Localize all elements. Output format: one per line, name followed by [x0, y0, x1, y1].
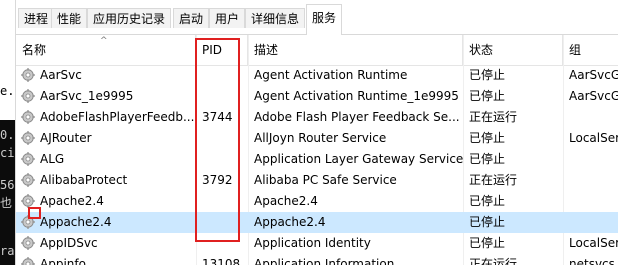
service-status: 已停止 [469, 131, 506, 145]
service-group [563, 191, 618, 212]
column-header: ^ 名称 PID 描述 状态 组 [16, 35, 618, 66]
column-header-pid-label: PID [202, 43, 223, 57]
tab-details[interactable]: 详细信息 [245, 8, 306, 28]
service-description: Adobe Flash Player Feedback Se... [254, 110, 460, 124]
service-status: 已停止 [469, 68, 506, 82]
background-terminal-dark-area: 0. ci 56 也 ra [0, 120, 15, 265]
column-header-name-label: 名称 [22, 43, 47, 57]
service-status: 已停止 [469, 89, 506, 103]
service-group: AarSvcGr [569, 89, 618, 103]
service-pid: 3744 [202, 110, 233, 124]
service-row[interactable]: AJRouter AllJoyn Router Service 已停止 LocalSe… [16, 128, 618, 149]
background-text: ci [0, 146, 15, 160]
service-name: AarSvc [40, 68, 82, 82]
service-status: 正在运行 [469, 257, 518, 265]
column-header-description[interactable]: 描述 [248, 35, 463, 65]
service-status: 正在运行 [469, 173, 518, 187]
service-row[interactable]: AppIDSvc Application Identity 已停止 LocalSer [16, 233, 618, 254]
background-text: ra [0, 244, 15, 258]
service-name: Apache2.4 [40, 194, 104, 208]
service-row[interactable]: Apache2.4 Apache2.4 已停止 [16, 191, 618, 212]
column-header-status[interactable]: 状态 [463, 35, 563, 65]
service-group: netsvcs [569, 257, 615, 265]
service-group [563, 149, 618, 170]
service-description: Application Information [254, 257, 395, 265]
service-pid [196, 128, 244, 149]
tab-processes[interactable]: 进程 [18, 8, 55, 28]
task-manager-window: 进程 性能 应用历史记录 启动 用户 详细信息 服务 ^ 名称 PID 描述 状… [15, 0, 618, 265]
service-description: AllJoyn Router Service [254, 131, 387, 145]
sort-ascending-icon: ^ [100, 36, 108, 46]
services-list: AarSvc Agent Activation Runtime 已停止 AarSvcG… [16, 65, 618, 265]
service-name: ALG [40, 152, 65, 166]
service-name: AJRouter [40, 131, 92, 145]
service-group [563, 212, 618, 233]
background-text: 也 [0, 196, 13, 210]
service-group: AarSvcGr [569, 68, 618, 82]
service-description: Appache2.4 [254, 215, 326, 229]
column-header-description-label: 描述 [254, 43, 279, 57]
service-group [563, 170, 618, 191]
column-header-name[interactable]: ^ 名称 [16, 35, 196, 65]
service-status: 正在运行 [469, 110, 518, 124]
background-text: 0. [0, 128, 15, 142]
service-row[interactable]: Appache2.4 Appache2.4 已停止 [16, 212, 618, 233]
service-name: AdobeFlashPlayerFeedb... [40, 110, 194, 124]
tab-app-history[interactable]: 应用历史记录 [87, 8, 172, 28]
service-status: 已停止 [469, 194, 506, 208]
service-description: Application Layer Gateway Service [254, 152, 463, 166]
background-terminal-window: e.p 0. ci 56 也 ra [0, 0, 15, 265]
service-row[interactable]: AarSvc_1e9995 Agent Activation Runtime_1e… [16, 86, 618, 107]
service-description: Alibaba PC Safe Service [254, 173, 397, 187]
column-header-pid[interactable]: PID [196, 35, 248, 65]
service-pid [196, 191, 244, 212]
service-pid [196, 86, 244, 107]
service-status: 已停止 [469, 236, 506, 250]
service-description: Apache2.4 [254, 194, 318, 208]
service-pid [196, 212, 244, 233]
service-status: 已停止 [469, 152, 506, 166]
service-pid: 13108 [202, 257, 241, 265]
service-name: Appinfo [40, 257, 86, 265]
service-row[interactable]: AdobeFlashPlayerFeedb... 3744 Adobe Flash … [16, 107, 618, 128]
service-row[interactable]: ALG Application Layer Gateway Service 已停止 [16, 149, 618, 170]
service-group [563, 107, 618, 128]
service-row[interactable]: AlibabaProtect 3792 Alibaba PC Safe Servic… [16, 170, 618, 191]
service-description: Agent Activation Runtime_1e9995 [254, 89, 459, 103]
service-name: AppIDSvc [40, 236, 98, 250]
service-pid: 3792 [202, 173, 233, 187]
service-name: Appache2.4 [40, 215, 112, 229]
service-row[interactable]: AarSvc Agent Activation Runtime 已停止 AarSvcG… [16, 65, 618, 86]
tab-performance[interactable]: 性能 [51, 8, 88, 28]
tab-users[interactable]: 用户 [209, 8, 246, 28]
service-description: Agent Activation Runtime [254, 68, 408, 82]
service-pid [196, 149, 244, 170]
service-name: AarSvc_1e9995 [40, 89, 134, 103]
background-text: e.p [0, 84, 15, 98]
service-pid [196, 233, 244, 254]
service-description: Application Identity [254, 236, 371, 250]
background-text: 56 [0, 178, 15, 192]
service-group: LocalSer [569, 236, 618, 250]
service-pid [196, 65, 244, 86]
column-header-group[interactable]: 组 [563, 35, 618, 65]
service-row[interactable]: Appinfo 13108 Application Information 正在运行 n… [16, 254, 618, 265]
tab-services[interactable]: 服务 [306, 4, 343, 35]
service-group: LocalSer [569, 131, 618, 145]
service-status: 已停止 [469, 215, 506, 229]
service-name: AlibabaProtect [40, 173, 128, 187]
tab-bar: 进程 性能 应用历史记录 启动 用户 详细信息 服务 [16, 0, 618, 35]
column-header-group-label: 组 [569, 43, 582, 57]
column-header-status-label: 状态 [469, 43, 494, 57]
tab-startup[interactable]: 启动 [173, 8, 210, 28]
